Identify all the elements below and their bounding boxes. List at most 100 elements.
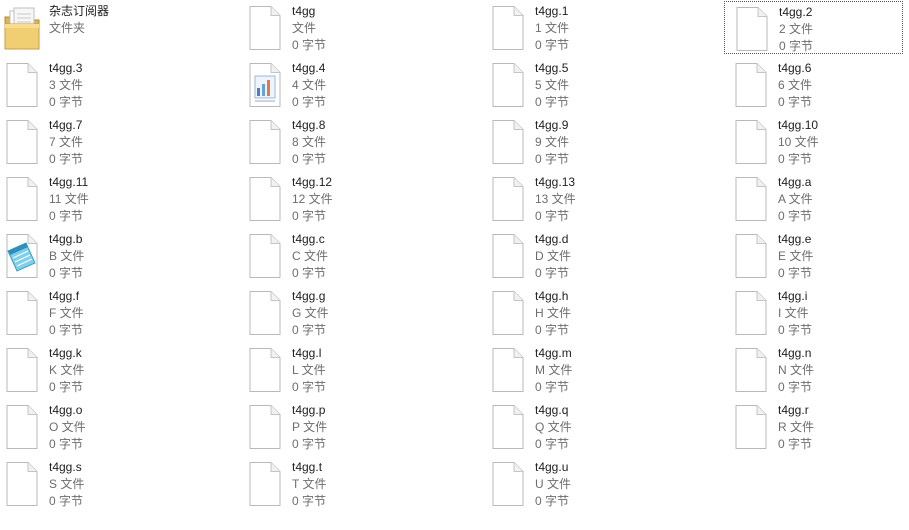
file-icon — [247, 404, 283, 450]
file-size: 0 字节 — [292, 95, 327, 109]
file-icon — [247, 5, 283, 51]
file-icon — [247, 347, 283, 393]
file-type: 文件夹 — [49, 21, 86, 35]
file-icon — [247, 176, 283, 222]
file-icon — [490, 347, 526, 393]
file-type: 8 文件 — [292, 135, 327, 149]
file-icon — [490, 176, 526, 222]
file-size: 0 字节 — [778, 95, 813, 109]
file-item[interactable]: t4gg.m M 文件 0 字节 — [489, 343, 729, 397]
file-icon — [4, 176, 40, 222]
file-icon — [4, 404, 40, 450]
file-type: E 文件 — [778, 249, 814, 263]
file-name: t4gg.g — [292, 289, 326, 303]
file-icon — [247, 461, 283, 507]
file-type: 3 文件 — [49, 78, 84, 92]
file-item[interactable]: 杂志订阅器 文件夹 — [3, 1, 243, 55]
file-type: 7 文件 — [49, 135, 84, 149]
file-size: 0 字节 — [292, 323, 327, 337]
file-name: t4gg.2 — [779, 5, 813, 19]
file-item[interactable]: t4gg.10 10 文件 0 字节 — [732, 115, 909, 169]
file-icon — [733, 404, 769, 450]
file-size: 0 字节 — [535, 323, 570, 337]
file-icon — [4, 461, 40, 507]
file-size: 0 字节 — [535, 209, 570, 223]
file-item[interactable]: t4gg.2 2 文件 0 字节 — [724, 1, 903, 54]
file-item[interactable]: t4gg.f F 文件 0 字节 — [3, 286, 243, 340]
file-item[interactable]: t4gg.8 8 文件 0 字节 — [246, 115, 486, 169]
file-size: 0 字节 — [49, 95, 84, 109]
file-item[interactable]: t4gg.3 3 文件 0 字节 — [3, 58, 243, 112]
file-item[interactable]: t4gg.d D 文件 0 字节 — [489, 229, 729, 283]
file-item[interactable]: t4gg.5 5 文件 0 字节 — [489, 58, 729, 112]
file-name: t4gg.7 — [49, 118, 83, 132]
file-type: 4 文件 — [292, 78, 327, 92]
file-name: t4gg.i — [778, 289, 808, 303]
file-item[interactable]: t4gg.n N 文件 0 字节 — [732, 343, 909, 397]
file-type: R 文件 — [778, 420, 815, 434]
file-item[interactable]: t4gg.p P 文件 0 字节 — [246, 400, 486, 454]
file-size: 0 字节 — [779, 39, 814, 53]
file-type: 13 文件 — [535, 192, 576, 206]
file-item[interactable]: t4gg.c C 文件 0 字节 — [246, 229, 486, 283]
file-type: G 文件 — [292, 306, 329, 320]
file-item[interactable]: t4gg.o O 文件 0 字节 — [3, 400, 243, 454]
file-type: 2 文件 — [779, 22, 814, 36]
file-item[interactable]: t4gg.s S 文件 0 字节 — [3, 457, 243, 511]
file-icon — [4, 119, 40, 165]
file-icon — [490, 461, 526, 507]
file-item[interactable]: t4gg.12 12 文件 0 字节 — [246, 172, 486, 226]
file-size: 0 字节 — [778, 437, 813, 451]
file-item[interactable]: t4gg.q Q 文件 0 字节 — [489, 400, 729, 454]
file-name: t4gg.9 — [535, 118, 569, 132]
file-item[interactable]: t4gg 文件 0 字节 — [246, 1, 486, 55]
file-item[interactable]: t4gg.b B 文件 0 字节 — [3, 229, 243, 283]
file-type: F 文件 — [49, 306, 84, 320]
file-item[interactable]: t4gg.u U 文件 0 字节 — [489, 457, 729, 511]
file-icon — [490, 5, 526, 51]
file-item[interactable]: t4gg.l L 文件 0 字节 — [246, 343, 486, 397]
file-icon — [247, 290, 283, 336]
file-type: 1 文件 — [535, 21, 570, 35]
file-item[interactable]: t4gg.g G 文件 0 字节 — [246, 286, 486, 340]
file-grid: 杂志订阅器 文件夹 t4gg 文件 0 字节 t4gg.1 1 文件 0 字节 t4gg.2 2 … — [0, 0, 909, 530]
file-item[interactable]: t4gg.7 7 文件 0 字节 — [3, 115, 243, 169]
file-item[interactable]: t4gg.e E 文件 0 字节 — [732, 229, 909, 283]
file-type: L 文件 — [292, 363, 326, 377]
file-size: 0 字节 — [778, 323, 813, 337]
file-size: 0 字节 — [535, 38, 570, 52]
file-item[interactable]: t4gg.h H 文件 0 字节 — [489, 286, 729, 340]
file-item[interactable]: t4gg.1 1 文件 0 字节 — [489, 1, 729, 55]
file-icon — [4, 290, 40, 336]
file-name: t4gg.l — [292, 346, 322, 360]
file-item[interactable]: t4gg.i I 文件 0 字节 — [732, 286, 909, 340]
file-size: 0 字节 — [535, 494, 570, 508]
file-size: 0 字节 — [535, 266, 570, 280]
file-size: 0 字节 — [535, 95, 570, 109]
file-item[interactable]: t4gg.6 6 文件 0 字节 — [732, 58, 909, 112]
file-type: B 文件 — [49, 249, 85, 263]
file-type: 11 文件 — [49, 192, 89, 206]
file-type: 6 文件 — [778, 78, 813, 92]
file-size: 0 字节 — [535, 437, 570, 451]
file-item[interactable]: t4gg.13 13 文件 0 字节 — [489, 172, 729, 226]
file-item[interactable]: t4gg.a A 文件 0 字节 — [732, 172, 909, 226]
file-size: 0 字节 — [778, 266, 813, 280]
file-item[interactable]: t4gg.t T 文件 0 字节 — [246, 457, 486, 511]
file-item[interactable]: t4gg.11 11 文件 0 字节 — [3, 172, 243, 226]
file-name: 杂志订阅器 — [49, 4, 110, 18]
file-size: 0 字节 — [49, 437, 84, 451]
file-name: t4gg.u — [535, 460, 569, 474]
file-size: 0 字节 — [292, 38, 327, 52]
notepad-icon — [4, 233, 40, 279]
file-name: t4gg.5 — [535, 61, 569, 75]
file-type: S 文件 — [49, 477, 85, 491]
file-item[interactable]: t4gg.9 9 文件 0 字节 — [489, 115, 729, 169]
file-type: M 文件 — [535, 363, 573, 377]
file-item[interactable]: t4gg.r R 文件 0 字节 — [732, 400, 909, 454]
file-name: t4gg.4 — [292, 61, 326, 75]
folder-icon — [4, 5, 40, 51]
file-item[interactable]: t4gg.4 4 文件 0 字节 — [246, 58, 486, 112]
file-name: t4gg.13 — [535, 175, 576, 189]
file-item[interactable]: t4gg.k K 文件 0 字节 — [3, 343, 243, 397]
